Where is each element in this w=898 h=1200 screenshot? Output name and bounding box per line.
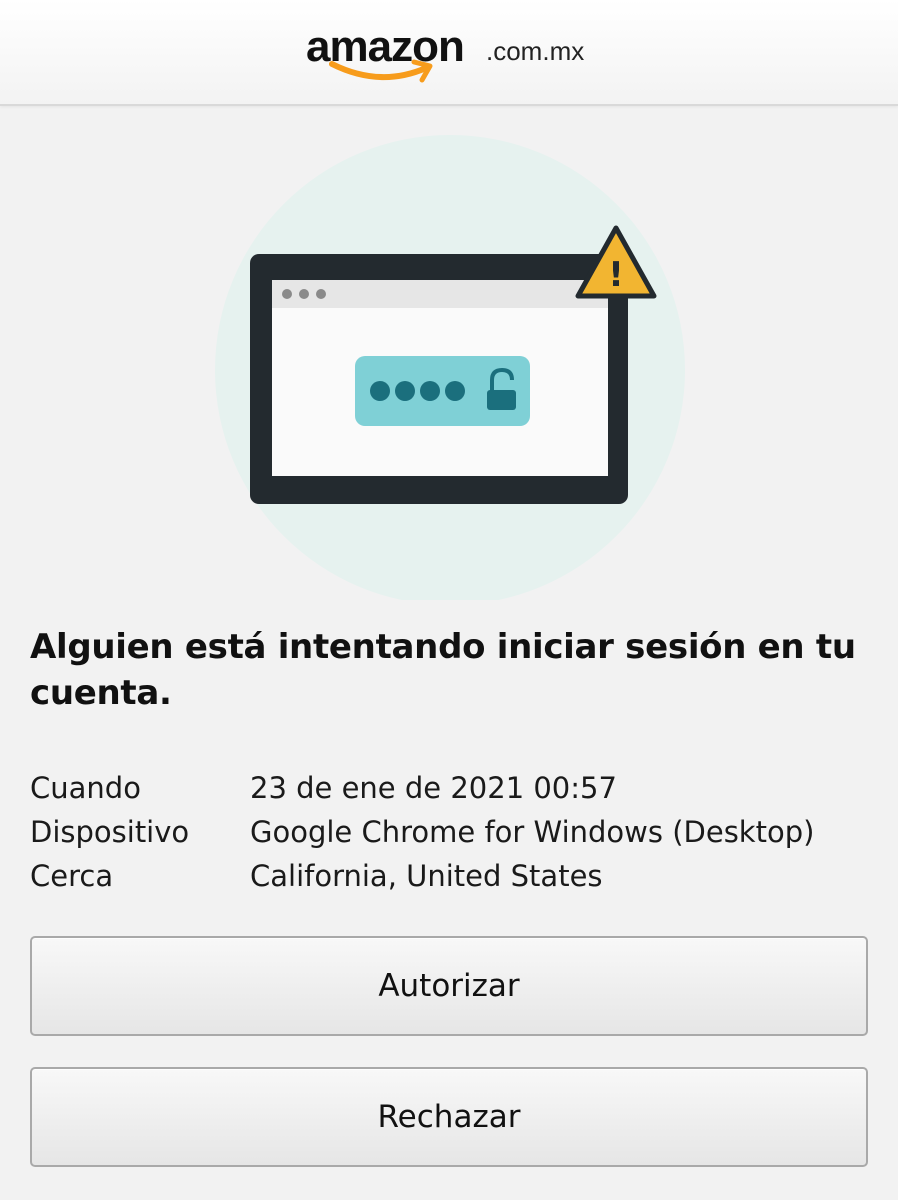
detail-value: Google Chrome for Windows (Desktop) xyxy=(250,815,815,849)
detail-label: Cuando xyxy=(30,771,141,805)
reject-button[interactable]: Rechazar xyxy=(30,1067,868,1167)
authorize-button[interactable]: Autorizar xyxy=(30,936,868,1036)
detail-label: Cerca xyxy=(30,859,114,893)
amazon-smile-icon xyxy=(329,59,433,83)
detail-row-device: Dispositivo Google Chrome for Windows (D… xyxy=(30,810,870,854)
header-bar: amazon .com.mx xyxy=(0,0,898,106)
detail-row-location: Cerca California, United States xyxy=(30,854,870,898)
amazon-logo[interactable]: amazon .com.mx xyxy=(306,22,606,88)
password-field-icon xyxy=(355,356,530,426)
svg-text:!: ! xyxy=(608,255,624,295)
detail-value: California, United States xyxy=(250,859,603,893)
alert-title: Alguien está intentando iniciar sesión e… xyxy=(30,627,856,713)
security-alert-illustration: ! xyxy=(215,135,685,600)
detail-label: Dispositivo xyxy=(30,815,190,849)
detail-value: 23 de ene de 2021 00:57 xyxy=(250,771,617,805)
logo-domain-suffix: .com.mx xyxy=(486,36,585,66)
detail-row-when: Cuando 23 de ene de 2021 00:57 xyxy=(30,766,870,810)
signin-details-list: Cuando 23 de ene de 2021 00:57 Dispositi… xyxy=(30,766,870,898)
